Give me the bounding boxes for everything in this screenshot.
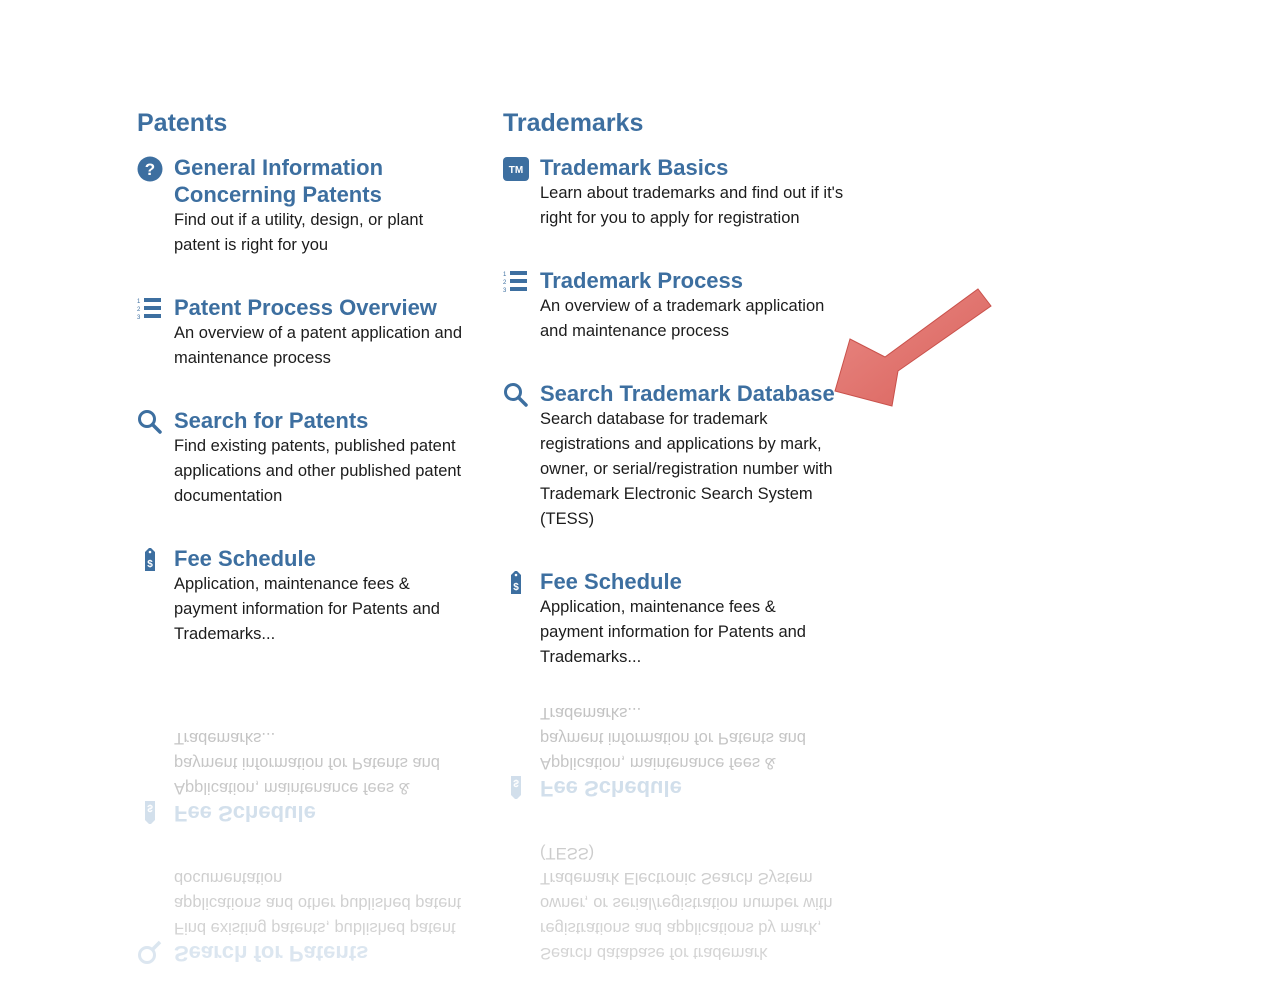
patents-item-search[interactable]: Search for Patents Find existing patents…	[137, 407, 487, 509]
dollar-tag-icon: $	[137, 547, 163, 573]
search-trademark-database-link[interactable]: Search Trademark Database	[540, 380, 853, 407]
patent-process-desc: An overview of a patent application and …	[174, 324, 463, 367]
search-patents-link[interactable]: Search for Patents	[174, 407, 487, 434]
reflection-title: Search for Patents	[174, 941, 369, 966]
reflection-desc: Search database for trademark registrati…	[540, 844, 833, 962]
patents-column: Patents ? General Information Concerning…	[137, 108, 487, 647]
trademarks-item-fee-schedule[interactable]: $ Fee Schedule Application, maintenance …	[503, 568, 853, 670]
svg-text:3: 3	[137, 315, 141, 321]
reflection-fade	[0, 700, 1280, 989]
question-circle-icon: ?	[137, 156, 163, 182]
svg-text:2: 2	[503, 280, 507, 286]
svg-text:$: $	[147, 802, 153, 813]
reflection-desc: Find existing patents, published patent …	[174, 869, 462, 937]
search-trademark-database-desc: Search database for trademark registrati…	[540, 410, 833, 528]
svg-text:?: ?	[145, 160, 155, 179]
svg-text:$: $	[513, 582, 519, 593]
trademark-process-desc: An overview of a trademark application a…	[540, 297, 825, 340]
reflection-desc: Application, maintenance fees & payment …	[174, 729, 440, 797]
patents-item-general-info[interactable]: ? General Information Concerning Patents…	[137, 154, 487, 258]
dollar-tag-icon: $	[137, 799, 163, 825]
reflection-title: Fee Schedule	[540, 776, 682, 801]
trademarks-item-process[interactable]: 1 2 3 Trademark Process An overview of a…	[503, 267, 853, 344]
reflection-title: Fee Schedule	[174, 801, 316, 826]
reflection-trademarks-search: Search database for trademark registrati…	[503, 840, 853, 965]
patents-fee-schedule-desc: Application, maintenance fees & payment …	[174, 575, 440, 643]
search-icon	[137, 939, 163, 965]
patents-item-fee-schedule[interactable]: $ Fee Schedule Application, maintenance …	[137, 545, 487, 647]
patents-item-process-overview[interactable]: 1 2 3 Patent Process Overview An overvie…	[137, 294, 487, 371]
reflection-trademarks-fee: $ Fee Schedule Application, maintenance …	[503, 700, 853, 802]
svg-text:$: $	[513, 777, 519, 788]
numbered-list-icon: 1 2 3	[503, 269, 529, 295]
reflection-patents-fee: $ Fee Schedule Application, maintenance …	[137, 725, 487, 827]
reflection-item: Search for Patents Find existing patents…	[137, 865, 487, 967]
reflection-item: Search database for trademark registrati…	[503, 840, 853, 965]
trademarks-fee-schedule-desc: Application, maintenance fees & payment …	[540, 598, 806, 666]
trademarks-item-basics[interactable]: TM Trademark Basics Learn about trademar…	[503, 154, 853, 231]
search-icon	[137, 409, 163, 435]
trademarks-item-search[interactable]: Search Trademark Database Search databas…	[503, 380, 853, 532]
dollar-tag-icon: $	[503, 570, 529, 596]
numbered-list-icon: 1 2 3	[137, 296, 163, 322]
patents-fee-schedule-link[interactable]: Fee Schedule	[174, 545, 487, 572]
trademark-basics-desc: Learn about trademarks and find out if i…	[540, 184, 844, 227]
search-icon	[503, 382, 529, 408]
trademarks-heading: Trademarks	[503, 109, 644, 137]
reflection-patents-search: Search for Patents Find existing patents…	[137, 865, 487, 967]
svg-text:1: 1	[137, 299, 141, 305]
search-patents-desc: Find existing patents, published patent …	[174, 437, 462, 505]
trademark-basics-link[interactable]: Trademark Basics	[540, 154, 853, 181]
reflection-item: $ Fee Schedule Application, maintenance …	[137, 725, 487, 827]
tm-badge-icon: TM	[503, 156, 529, 182]
svg-text:3: 3	[503, 288, 507, 294]
reflection-desc: Application, maintenance fees & payment …	[540, 704, 806, 772]
svg-text:2: 2	[137, 307, 141, 313]
svg-text:1: 1	[503, 272, 507, 278]
trademarks-column: Trademarks TM Trademark Basics Learn abo…	[503, 108, 853, 670]
trademarks-fee-schedule-link[interactable]: Fee Schedule	[540, 568, 853, 595]
patents-heading: Patents	[137, 109, 228, 137]
general-info-desc: Find out if a utility, design, or plant …	[174, 211, 424, 254]
trademark-process-link[interactable]: Trademark Process	[540, 267, 853, 294]
dollar-tag-icon: $	[503, 774, 529, 800]
general-info-link[interactable]: General Information Concerning Patents	[174, 154, 414, 208]
annotation-arrow	[834, 288, 992, 407]
patent-process-link[interactable]: Patent Process Overview	[174, 294, 487, 321]
svg-text:$: $	[147, 559, 153, 570]
svg-text:TM: TM	[509, 165, 523, 176]
reflection-item: $ Fee Schedule Application, maintenance …	[503, 700, 853, 802]
